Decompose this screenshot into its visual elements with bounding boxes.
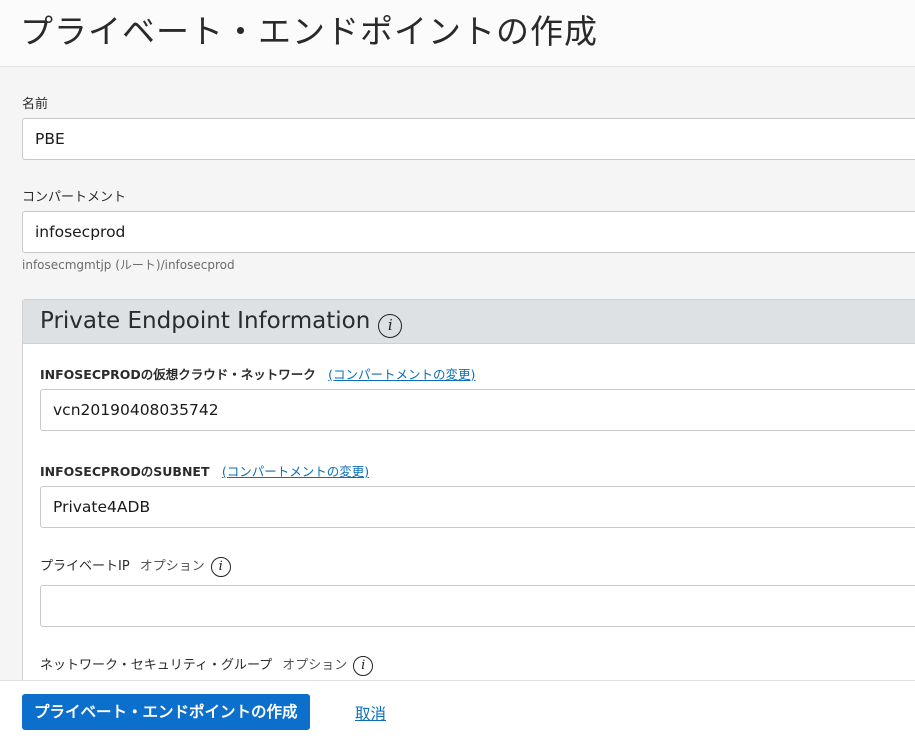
page-title: プライベート・エンドポイントの作成 (20, 12, 598, 51)
vcn-select[interactable]: vcn20190408035742 (40, 389, 915, 431)
section-title-text: Private Endpoint Information (40, 308, 371, 334)
compartment-label: コンパートメント (22, 190, 127, 205)
vcn-label: INFOSECPRODの仮想クラウド・ネットワーク (コンパートメントの変更) (40, 364, 475, 383)
nsg-label: ネットワーク・セキュリティ・グループ オプション i (40, 654, 374, 676)
create-private-endpoint-button[interactable]: プライベート・エンドポイントの作成 (22, 694, 310, 730)
subnet-select[interactable]: Private4ADB (40, 486, 915, 528)
footer-bar: プライベート・エンドポイントの作成 取消 (0, 680, 915, 744)
vcn-change-compartment-link[interactable]: (コンパートメントの変更) (328, 367, 475, 382)
name-input[interactable]: PBE (22, 118, 915, 160)
page-header: プライベート・エンドポイントの作成 (0, 0, 915, 67)
nsg-label-text: ネットワーク・セキュリティ・グループ (40, 658, 273, 673)
name-label: 名前 (22, 97, 49, 112)
cancel-link[interactable]: 取消 (355, 702, 386, 724)
compartment-path-hint: infosecmgmtjp (ルート)/infosecprod (22, 258, 235, 272)
private-ip-input[interactable] (40, 585, 915, 627)
subnet-change-compartment-link[interactable]: (コンパートメントの変更) (222, 464, 369, 479)
vcn-label-text: INFOSECPRODの仮想クラウド・ネットワーク (40, 367, 316, 382)
private-endpoint-section: Private Endpoint Information i INFOSECPRO… (22, 299, 915, 680)
nsg-optional: オプション (282, 658, 348, 673)
form-area: 名前 PBE コンパートメント infosecprod infosecmgmtj… (0, 67, 915, 680)
subnet-label: INFOSECPRODのSUBNET (コンパートメントの変更) (40, 461, 369, 480)
section-header: Private Endpoint Information i (23, 300, 915, 344)
private-ip-label-text: プライベートIP (40, 559, 130, 574)
info-icon[interactable]: i (353, 655, 374, 676)
compartment-select[interactable]: infosecprod (22, 211, 915, 253)
private-ip-label: プライベートIP オプション i (40, 555, 231, 577)
section-title: Private Endpoint Information i (40, 308, 403, 338)
subnet-label-text: INFOSECPRODのSUBNET (40, 464, 210, 479)
private-ip-optional: オプション (139, 559, 205, 574)
info-icon[interactable]: i (210, 556, 231, 577)
info-icon[interactable]: i (378, 314, 403, 338)
